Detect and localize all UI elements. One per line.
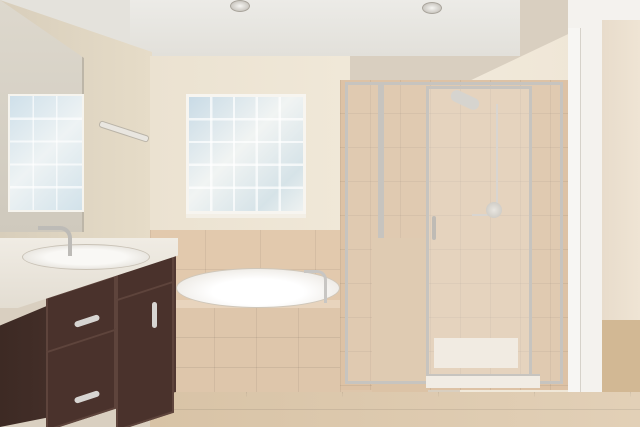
door-casing [568,28,581,404]
ceiling-light-icon [230,0,250,12]
tub-faucet-icon [304,270,327,303]
vanity-cabinet-door [116,280,174,427]
ceiling [120,0,520,56]
sink-faucet-icon [38,226,72,256]
bathroom-scene [0,0,640,427]
tile-floor [150,392,640,427]
door-pull-icon [152,302,157,328]
shower-door [426,86,532,380]
ceiling-light-icon [422,2,442,14]
closet-wall [602,20,640,320]
shower-threshold [426,374,540,388]
mirror-window-reflection [8,94,84,212]
shower-frame [378,82,384,238]
glass-block-window [186,94,306,214]
shower-door-handle [432,216,436,240]
